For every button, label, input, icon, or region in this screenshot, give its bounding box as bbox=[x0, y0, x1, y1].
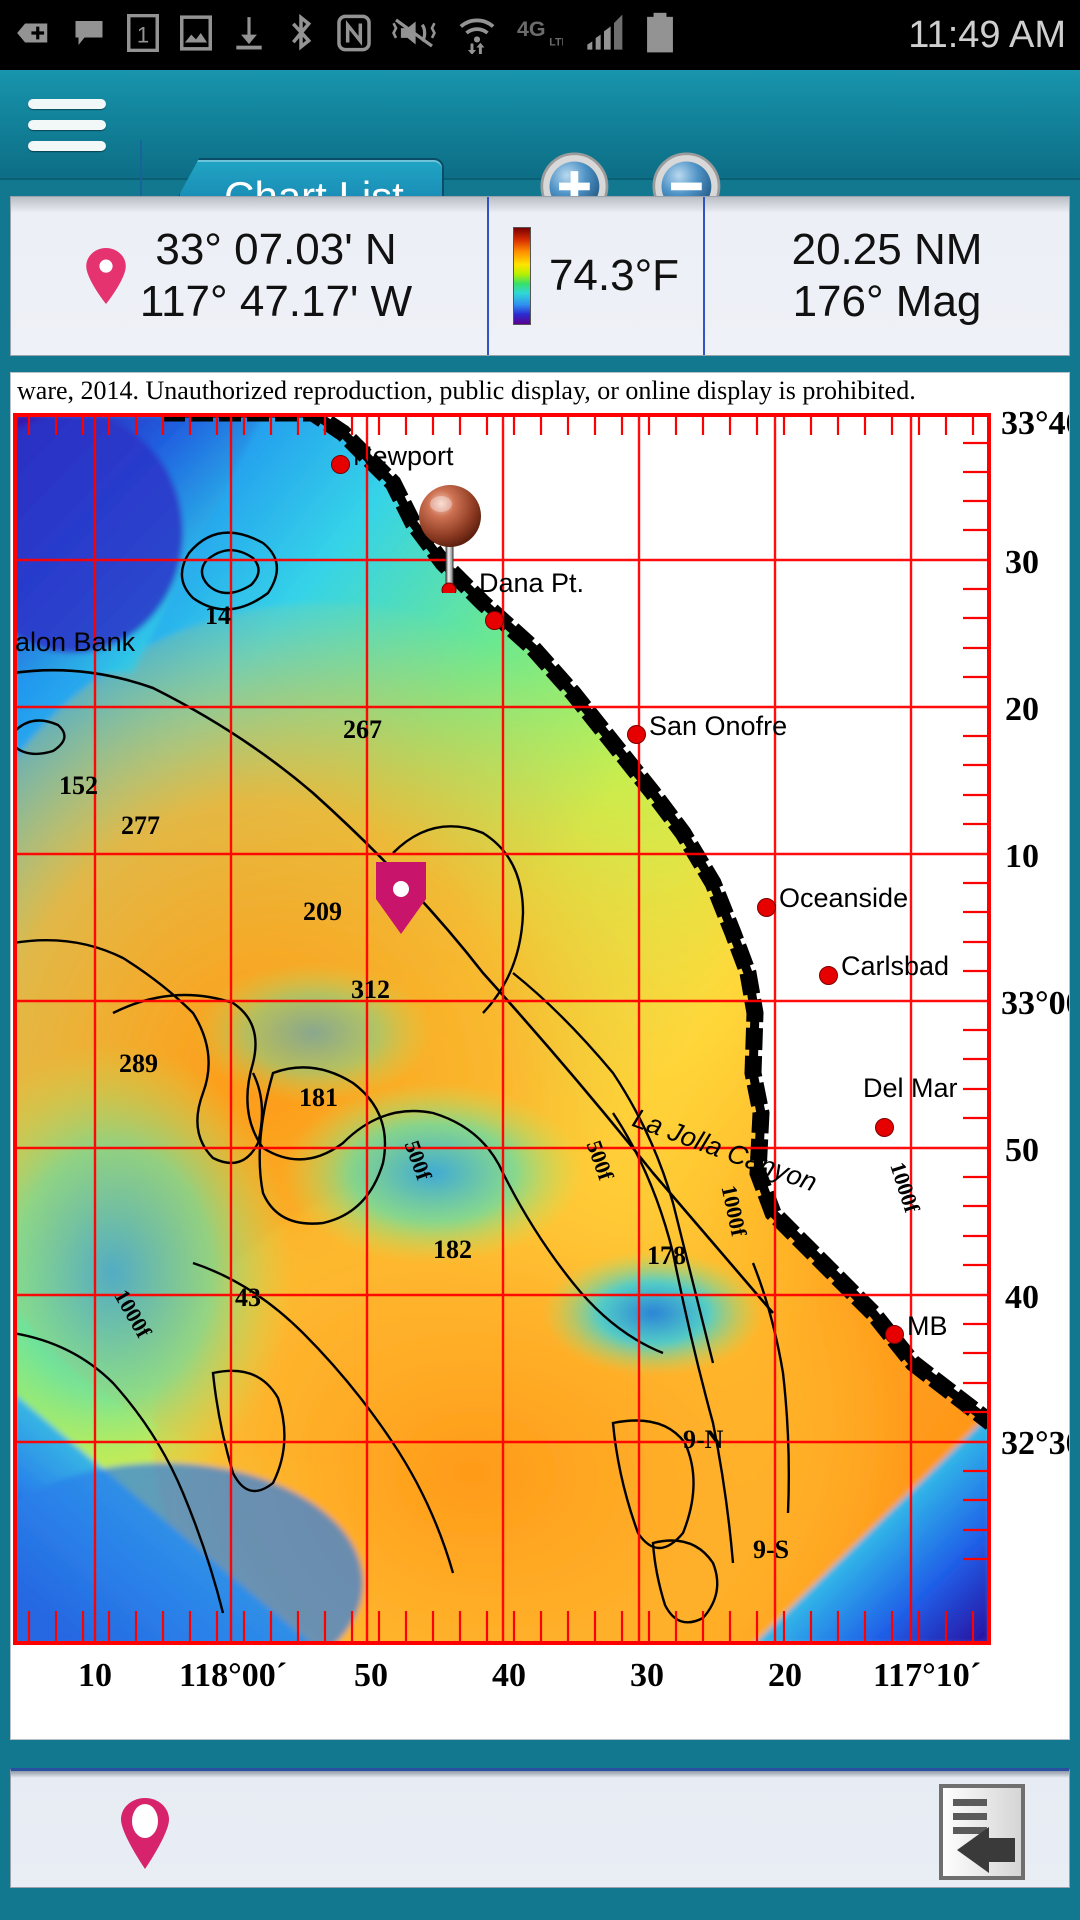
lat-label-3: 10 bbox=[1005, 838, 1039, 875]
lat-label-4: 33°00 bbox=[1001, 985, 1069, 1022]
lon-label-2: 50 bbox=[354, 1657, 388, 1694]
contour-label-1000f-a: 1000f bbox=[109, 1285, 157, 1342]
depth-label-9-n: 9-N bbox=[683, 1425, 724, 1454]
depth-label-181: 181 bbox=[299, 1083, 338, 1112]
depth-label-9-s: 9-S bbox=[753, 1535, 790, 1564]
position-pin-icon bbox=[86, 248, 126, 304]
depth-label-14: 14 bbox=[205, 601, 231, 630]
place-label-newport: Newport bbox=[353, 441, 454, 471]
lon-label-4: 30 bbox=[630, 1657, 664, 1694]
android-status-bar: 1 4GLTE bbox=[0, 0, 1080, 70]
coordinates-text: 33° 07.03' N 117° 47.17' W bbox=[140, 224, 412, 328]
place-label-mb: MB bbox=[907, 1311, 948, 1341]
place-dot-dana-pt bbox=[485, 611, 504, 630]
latitude-value: 33° 07.03' N bbox=[155, 225, 397, 275]
place-label-dana-pt: Dana Pt. bbox=[479, 568, 585, 598]
temperature-value: 74.3°F bbox=[548, 251, 680, 300]
message-icon bbox=[71, 15, 107, 56]
depth-label-152: 152 bbox=[59, 771, 98, 800]
current-position-pin[interactable] bbox=[417, 483, 483, 593]
app-toolbar: Chart List bbox=[0, 70, 1080, 250]
latitude-axis-labels: 33°40 30 20 10 33°00 50 40 32°30 bbox=[999, 405, 1069, 1645]
svg-text:1: 1 bbox=[137, 22, 149, 47]
contour-label-500f-a: 500f bbox=[399, 1137, 437, 1184]
lon-label-3: 40 bbox=[492, 1657, 526, 1694]
status-icon-group: 1 4GLTE bbox=[14, 12, 894, 59]
mute-vibrate-icon bbox=[391, 15, 437, 56]
depth-label-289: 289 bbox=[119, 1049, 158, 1078]
temperature-colorbar-icon bbox=[512, 227, 531, 325]
place-dot-del-mar bbox=[875, 1118, 894, 1137]
position-cell[interactable]: 33° 07.03' N 117° 47.17' W bbox=[11, 197, 489, 355]
feature-label-la-jolla-canyon: La Jolla Canyon bbox=[628, 1103, 821, 1198]
contour-label-1000f-b: 1000f bbox=[716, 1183, 752, 1239]
lon-label-1: 118°00´ bbox=[178, 1657, 288, 1694]
battery-icon bbox=[645, 12, 675, 59]
bearing-value: 176° Mag bbox=[792, 277, 982, 326]
lon-label-6: 117°10´ bbox=[872, 1657, 982, 1694]
bluetooth-icon bbox=[285, 13, 317, 58]
contour-label-1000f-c: 1000f bbox=[885, 1159, 925, 1216]
lat-label-7: 32°30 bbox=[1001, 1425, 1069, 1462]
place-dot-mb bbox=[885, 1325, 904, 1344]
distance-bearing-text: 20.25 NM 176° Mag bbox=[792, 224, 983, 328]
distance-bearing-cell[interactable]: 20.25 NM 176° Mag bbox=[705, 197, 1069, 355]
bottom-toolbar bbox=[10, 1768, 1070, 1888]
place-label-del-mar: Del Mar bbox=[863, 1073, 958, 1103]
depth-label-209: 209 bbox=[303, 897, 342, 926]
network-4glte-icon: 4GLTE bbox=[517, 14, 569, 57]
back-to-list-button[interactable] bbox=[937, 1783, 1027, 1881]
app-root: 1 4GLTE bbox=[0, 0, 1080, 1920]
lat-label-2: 20 bbox=[1005, 691, 1039, 728]
depth-label-182: 182 bbox=[433, 1235, 472, 1264]
chart-map-panel[interactable]: ware, 2014. Unauthorized reproduction, p… bbox=[10, 372, 1070, 1740]
lon-label-5: 20 bbox=[768, 1657, 802, 1694]
waypoint-pin-button[interactable] bbox=[119, 1797, 171, 1871]
place-label-san-onofre: San Onofre bbox=[649, 711, 788, 741]
temperature-cell[interactable]: 74.3°F bbox=[489, 197, 705, 355]
place-dot-carlsbad bbox=[819, 966, 838, 985]
depth-label-43: 43 bbox=[235, 1283, 261, 1312]
svg-text:4G: 4G bbox=[517, 17, 546, 41]
place-dot-oceanside bbox=[757, 898, 776, 917]
longitude-value: 117° 47.17' W bbox=[139, 277, 413, 326]
waypoint-marker[interactable] bbox=[373, 859, 429, 937]
lon-label-0: 10 bbox=[78, 1657, 112, 1694]
distance-value: 20.25 NM bbox=[791, 225, 983, 275]
info-bar: 33° 07.03' N 117° 47.17' W 74.3°F 20.25 … bbox=[10, 196, 1070, 356]
place-dot-san-onofre bbox=[627, 725, 646, 744]
lat-label-6: 40 bbox=[1005, 1279, 1039, 1316]
feature-label-alon-bank: alon Bank bbox=[15, 627, 136, 657]
place-label-carlsbad: Carlsbad bbox=[841, 951, 950, 981]
add-tag-icon bbox=[14, 14, 52, 57]
svg-text:LTE: LTE bbox=[549, 36, 563, 48]
contour-label-500f-b: 500f bbox=[581, 1137, 619, 1184]
status-clock: 11:49 AM bbox=[908, 13, 1066, 56]
image-icon bbox=[179, 14, 213, 57]
depth-label-277: 277 bbox=[121, 811, 160, 840]
depth-label-312: 312 bbox=[351, 975, 390, 1004]
sst-chart-canvas[interactable]: Newport Dana Pt. San Onofre Oceanside Ca… bbox=[13, 413, 991, 1645]
hamburger-menu-icon[interactable] bbox=[26, 94, 108, 156]
download-icon bbox=[232, 14, 266, 57]
wifi-icon bbox=[456, 12, 498, 59]
lat-label-1: 30 bbox=[1005, 544, 1039, 581]
longitude-axis-labels: 10 118°00´ 50 40 30 20 117°10´ bbox=[11, 1657, 1069, 1727]
depth-label-267: 267 bbox=[343, 715, 382, 744]
lat-label-5: 50 bbox=[1005, 1132, 1039, 1169]
map-label-group: Newport Dana Pt. San Onofre Oceanside Ca… bbox=[13, 413, 991, 1645]
nfc-icon bbox=[336, 14, 372, 57]
chart-copyright-text: ware, 2014. Unauthorized reproduction, p… bbox=[17, 376, 916, 405]
cellular-signal-icon bbox=[582, 13, 626, 58]
sim-one-icon: 1 bbox=[126, 13, 160, 57]
lat-label-0: 33°40 bbox=[1001, 405, 1069, 442]
place-label-oceanside: Oceanside bbox=[779, 883, 909, 913]
depth-label-178: 178 bbox=[647, 1241, 686, 1270]
place-dot-newport bbox=[331, 455, 350, 474]
